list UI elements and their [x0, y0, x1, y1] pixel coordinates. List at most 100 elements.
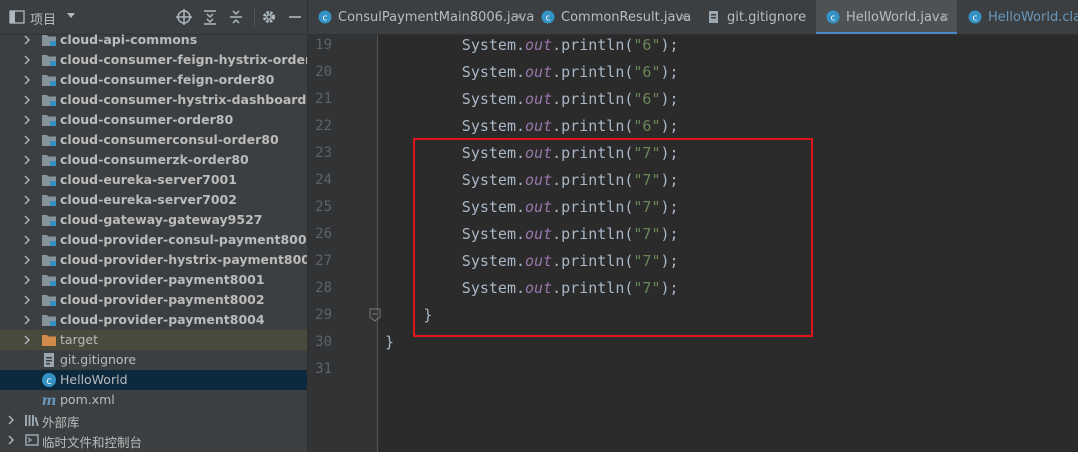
tree-item[interactable]: cloud-eureka-server7001 — [0, 170, 307, 190]
library-icon — [25, 415, 39, 427]
code-token-close: ); — [660, 90, 679, 108]
annotation-highlight-box — [413, 138, 813, 337]
tree-item[interactable]: cloud-consumer-feign-order80 — [0, 70, 307, 90]
chevron-right-icon[interactable] — [22, 315, 32, 325]
tree-item[interactable]: git.gitignore — [0, 350, 307, 370]
tree-item[interactable]: 临时文件和控制台 — [0, 430, 307, 450]
chevron-right-icon[interactable] — [22, 235, 32, 245]
line-number: 23 — [315, 145, 332, 161]
tab-label: ConsulPaymentMain8006.java — [338, 10, 535, 25]
module-folder-icon — [42, 155, 56, 166]
tree-item[interactable]: cloud-provider-payment8004 — [0, 310, 307, 330]
chevron-right-icon[interactable] — [22, 335, 32, 345]
chevron-right-icon[interactable] — [22, 175, 32, 185]
chevron-right-icon[interactable] — [22, 295, 32, 305]
tree-item[interactable]: cloud-consumer-hystrix-dashboard9001 — [0, 90, 307, 110]
code-token-system: System. — [461, 63, 526, 81]
chevron-right-icon[interactable] — [22, 95, 32, 105]
chevron-right-icon[interactable] — [22, 275, 32, 285]
tree-item-label: cloud-eureka-server7002 — [60, 192, 237, 207]
tree-item[interactable]: cloud-consumerzk-order80 — [0, 150, 307, 170]
string-literal: "6" — [633, 36, 661, 54]
close-icon[interactable]: ✕ — [940, 10, 950, 24]
code-token-system: System. — [461, 90, 526, 108]
editor-tabs: c ConsulPaymentMain8006.java ✕ c CommonR… — [308, 0, 1078, 35]
tree-item[interactable]: cloud-consumer-feign-hystrix-order80 — [0, 50, 307, 70]
tab-common-result[interactable]: c CommonResult.java ✕ — [531, 0, 697, 34]
tab-label: CommonResult.java — [561, 10, 692, 25]
gitignore-icon — [44, 353, 54, 367]
module-folder-icon — [42, 315, 56, 326]
line-number: 24 — [315, 172, 332, 188]
tab-consul-payment-main[interactable]: c ConsulPaymentMain8006.java ✕ — [308, 0, 535, 34]
module-folder-icon — [42, 35, 56, 46]
tree-item-label: pom.xml — [60, 392, 115, 407]
tree-item[interactable]: m pom.xml — [0, 390, 307, 410]
line-number: 21 — [315, 91, 332, 107]
class-icon: c — [968, 10, 982, 24]
chevron-right-icon[interactable] — [6, 415, 16, 425]
code-token-out: out — [525, 117, 553, 135]
module-folder-icon — [42, 275, 56, 286]
chevron-right-icon[interactable] — [22, 255, 32, 265]
line-number: 20 — [315, 64, 332, 80]
tree-item-label: cloud-consumer-hystrix-dashboard9001 — [60, 92, 307, 107]
code-line: System.out.println("6"); — [462, 117, 679, 135]
collapse-all-icon[interactable] — [228, 9, 244, 25]
tree-item[interactable]: cloud-provider-hystrix-payment8001 — [0, 250, 307, 270]
tree-item[interactable]: cloud-provider-consul-payment8006 — [0, 230, 307, 250]
module-folder-icon — [42, 55, 56, 66]
tree-item[interactable]: cloud-api-commons — [0, 30, 307, 50]
chevron-down-icon[interactable] — [66, 12, 76, 20]
expand-all-icon[interactable] — [202, 9, 218, 25]
code-token-out: out — [525, 63, 553, 81]
code-token-out: out — [525, 90, 553, 108]
chevron-right-icon[interactable] — [22, 155, 32, 165]
svg-text:c: c — [546, 14, 551, 24]
module-folder-icon — [42, 95, 56, 106]
tree-item[interactable]: target — [0, 330, 307, 350]
tree-item-label: cloud-consumer-feign-hystrix-order80 — [60, 52, 307, 67]
tree-item-label: git.gitignore — [60, 352, 137, 367]
string-value: 6 — [642, 90, 652, 108]
chevron-right-icon[interactable] — [22, 35, 32, 45]
tree-item[interactable]: cloud-consumer-order80 — [0, 110, 307, 130]
tree-item[interactable]: cloud-consumerconsul-order80 — [0, 130, 307, 150]
chevron-right-icon[interactable] — [22, 215, 32, 225]
chevron-right-icon[interactable] — [22, 75, 32, 85]
tree-item[interactable]: cloud-gateway-gateway9527 — [0, 210, 307, 230]
tree-item[interactable]: 外部库 — [0, 410, 307, 430]
project-tree: cloud-api-commons cloud-consumer-feign-hy… — [0, 30, 307, 450]
tree-item[interactable]: c HelloWorld — [0, 370, 307, 390]
fold-marker-icon[interactable] — [369, 308, 381, 322]
tree-item[interactable]: cloud-eureka-server7002 — [0, 190, 307, 210]
module-folder-icon — [42, 175, 56, 186]
tab-hello-world-class[interactable]: c HelloWorld.class — [958, 0, 1078, 34]
chevron-right-icon[interactable] — [6, 435, 16, 445]
locate-icon[interactable] — [176, 9, 192, 25]
tab-hello-world-java[interactable]: c HelloWorld.java ✕ — [816, 0, 957, 34]
chevron-right-icon[interactable] — [22, 115, 32, 125]
minimize-icon[interactable] — [287, 9, 303, 25]
tab-label: HelloWorld.class — [988, 10, 1078, 25]
code-token-close: ); — [660, 117, 679, 135]
tab-gitignore[interactable]: git.gitignore — [697, 0, 814, 34]
gear-icon[interactable] — [261, 9, 277, 25]
line-number: 26 — [315, 226, 332, 242]
toolbar-separator — [254, 8, 255, 26]
code-token-system: System. — [461, 36, 526, 54]
code-token-close: ); — [660, 63, 679, 81]
tree-item[interactable]: cloud-provider-payment8002 — [0, 290, 307, 310]
close-icon[interactable]: ✕ — [514, 10, 524, 24]
tree-item[interactable]: cloud-provider-payment8001 — [0, 270, 307, 290]
chevron-right-icon[interactable] — [22, 135, 32, 145]
project-panel-title[interactable]: 项目 — [30, 9, 56, 28]
svg-text:c: c — [973, 14, 978, 24]
string-value: 6 — [642, 36, 652, 54]
close-icon[interactable]: ✕ — [679, 10, 689, 24]
chevron-right-icon[interactable] — [22, 55, 32, 65]
project-view-icon[interactable] — [9, 9, 25, 25]
tree-item-label: cloud-gateway-gateway9527 — [60, 212, 263, 227]
line-number: 29 — [315, 307, 332, 323]
chevron-right-icon[interactable] — [22, 195, 32, 205]
